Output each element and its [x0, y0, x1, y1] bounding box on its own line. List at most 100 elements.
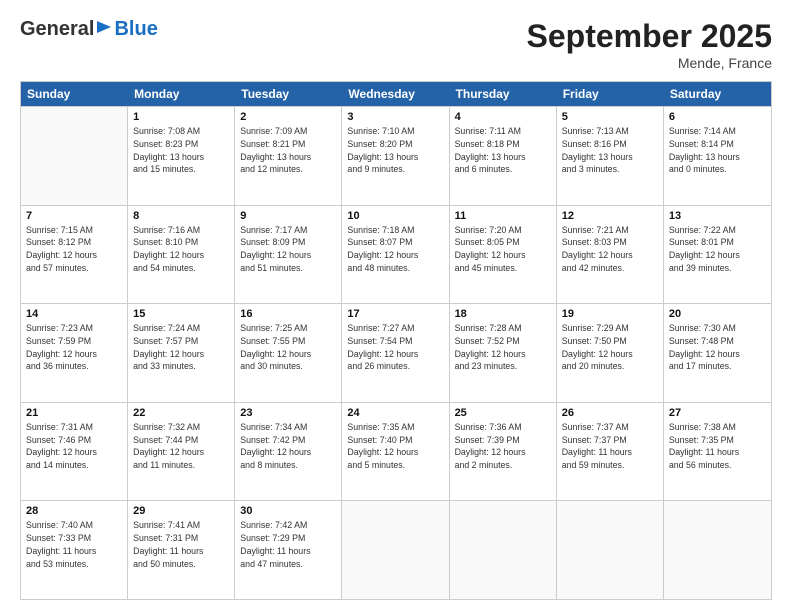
calendar-body: 1 Sunrise: 7:08 AM Sunset: 8:23 PM Daylig… — [21, 106, 771, 599]
cell-info: Sunrise: 7:27 AM Sunset: 7:54 PM Dayligh… — [347, 322, 443, 373]
day-number: 1 — [133, 111, 229, 123]
calendar-cell: 28 Sunrise: 7:40 AM Sunset: 7:33 PM Dayli… — [21, 501, 128, 599]
calendar-cell: 12Sunrise: 7:21 AM Sunset: 8:03 PM Dayli… — [557, 206, 664, 304]
cell-info: Sunrise: 7:24 AM Sunset: 7:57 PM Dayligh… — [133, 322, 229, 373]
cell-info: Sunrise: 7:15 AM Sunset: 8:12 PM Dayligh… — [26, 224, 122, 275]
calendar-cell: 26Sunrise: 7:37 AM Sunset: 7:37 PM Dayli… — [557, 403, 664, 501]
calendar-cell: 7 Sunrise: 7:15 AM Sunset: 8:12 PM Daylig… — [21, 206, 128, 304]
logo: General Blue — [20, 18, 158, 41]
day-number: 24 — [347, 407, 443, 419]
title-block: September 2025 Mende, France — [527, 18, 772, 71]
calendar-cell: 16 Sunrise: 7:25 AM Sunset: 7:55 PM Dayli… — [235, 304, 342, 402]
cell-info: Sunrise: 7:40 AM Sunset: 7:33 PM Dayligh… — [26, 519, 122, 570]
cell-info: Sunrise: 7:35 AM Sunset: 7:40 PM Dayligh… — [347, 421, 443, 472]
calendar-cell: 2 Sunrise: 7:09 AM Sunset: 8:21 PM Daylig… — [235, 107, 342, 205]
calendar-cell: 15 Sunrise: 7:24 AM Sunset: 7:57 PM Dayli… — [128, 304, 235, 402]
cell-info: Sunrise: 7:29 AM Sunset: 7:50 PM Dayligh… — [562, 322, 658, 373]
cell-info: Sunrise: 7:10 AM Sunset: 8:20 PM Dayligh… — [347, 125, 443, 176]
cell-info: Sunrise: 7:36 AM Sunset: 7:39 PM Dayligh… — [455, 421, 551, 472]
calendar-row: 21 Sunrise: 7:31 AM Sunset: 7:46 PM Dayli… — [21, 402, 771, 501]
cell-info: Sunrise: 7:42 AM Sunset: 7:29 PM Dayligh… — [240, 519, 336, 570]
cell-info: Sunrise: 7:34 AM Sunset: 7:42 PM Dayligh… — [240, 421, 336, 472]
day-number: 14 — [26, 308, 122, 320]
calendar-cell: 25 Sunrise: 7:36 AM Sunset: 7:39 PM Dayli… — [450, 403, 557, 501]
calendar-cell: 29Sunrise: 7:41 AM Sunset: 7:31 PM Dayli… — [128, 501, 235, 599]
calendar-header-cell: Sunday — [21, 82, 128, 106]
page-subtitle: Mende, France — [527, 55, 772, 71]
day-number: 27 — [669, 407, 766, 419]
day-number: 7 — [26, 210, 122, 222]
cell-info: Sunrise: 7:17 AM Sunset: 8:09 PM Dayligh… — [240, 224, 336, 275]
calendar-row: 1 Sunrise: 7:08 AM Sunset: 8:23 PM Daylig… — [21, 106, 771, 205]
day-number: 5 — [562, 111, 658, 123]
day-number: 21 — [26, 407, 122, 419]
logo-flag-icon — [95, 19, 113, 41]
page: General Blue September 2025 Mende, Franc… — [0, 0, 792, 612]
day-number: 16 — [240, 308, 336, 320]
calendar-row: 14 Sunrise: 7:23 AM Sunset: 7:59 PM Dayli… — [21, 303, 771, 402]
calendar-cell — [342, 501, 449, 599]
calendar-header-cell: Saturday — [664, 82, 771, 106]
calendar-cell: 30 Sunrise: 7:42 AM Sunset: 7:29 PM Dayli… — [235, 501, 342, 599]
calendar-row: 7 Sunrise: 7:15 AM Sunset: 8:12 PM Daylig… — [21, 205, 771, 304]
cell-info: Sunrise: 7:22 AM Sunset: 8:01 PM Dayligh… — [669, 224, 766, 275]
calendar-cell — [664, 501, 771, 599]
calendar-cell: 4 Sunrise: 7:11 AM Sunset: 8:18 PM Daylig… — [450, 107, 557, 205]
day-number: 9 — [240, 210, 336, 222]
logo-general: General — [20, 18, 94, 41]
cell-info: Sunrise: 7:23 AM Sunset: 7:59 PM Dayligh… — [26, 322, 122, 373]
calendar-header-cell: Monday — [128, 82, 235, 106]
day-number: 18 — [455, 308, 551, 320]
day-number: 8 — [133, 210, 229, 222]
day-number: 19 — [562, 308, 658, 320]
calendar-cell: 3 Sunrise: 7:10 AM Sunset: 8:20 PM Daylig… — [342, 107, 449, 205]
cell-info: Sunrise: 7:25 AM Sunset: 7:55 PM Dayligh… — [240, 322, 336, 373]
cell-info: Sunrise: 7:11 AM Sunset: 8:18 PM Dayligh… — [455, 125, 551, 176]
cell-info: Sunrise: 7:28 AM Sunset: 7:52 PM Dayligh… — [455, 322, 551, 373]
day-number: 22 — [133, 407, 229, 419]
calendar-row: 28 Sunrise: 7:40 AM Sunset: 7:33 PM Dayli… — [21, 500, 771, 599]
cell-info: Sunrise: 7:31 AM Sunset: 7:46 PM Dayligh… — [26, 421, 122, 472]
calendar-cell: 11Sunrise: 7:20 AM Sunset: 8:05 PM Dayli… — [450, 206, 557, 304]
day-number: 13 — [669, 210, 766, 222]
day-number: 10 — [347, 210, 443, 222]
cell-info: Sunrise: 7:13 AM Sunset: 8:16 PM Dayligh… — [562, 125, 658, 176]
cell-info: Sunrise: 7:32 AM Sunset: 7:44 PM Dayligh… — [133, 421, 229, 472]
cell-info: Sunrise: 7:30 AM Sunset: 7:48 PM Dayligh… — [669, 322, 766, 373]
cell-info: Sunrise: 7:08 AM Sunset: 8:23 PM Dayligh… — [133, 125, 229, 176]
cell-info: Sunrise: 7:14 AM Sunset: 8:14 PM Dayligh… — [669, 125, 766, 176]
day-number: 6 — [669, 111, 766, 123]
calendar-cell: 6 Sunrise: 7:14 AM Sunset: 8:14 PM Daylig… — [664, 107, 771, 205]
calendar-cell: 5 Sunrise: 7:13 AM Sunset: 8:16 PM Daylig… — [557, 107, 664, 205]
day-number: 4 — [455, 111, 551, 123]
calendar-cell: 19 Sunrise: 7:29 AM Sunset: 7:50 PM Dayli… — [557, 304, 664, 402]
cell-info: Sunrise: 7:09 AM Sunset: 8:21 PM Dayligh… — [240, 125, 336, 176]
calendar-cell — [21, 107, 128, 205]
calendar-header-cell: Thursday — [450, 82, 557, 106]
calendar-cell: 24 Sunrise: 7:35 AM Sunset: 7:40 PM Dayli… — [342, 403, 449, 501]
cell-info: Sunrise: 7:16 AM Sunset: 8:10 PM Dayligh… — [133, 224, 229, 275]
day-number: 30 — [240, 505, 336, 517]
calendar-cell: 14 Sunrise: 7:23 AM Sunset: 7:59 PM Dayli… — [21, 304, 128, 402]
page-title: September 2025 — [527, 18, 772, 55]
header: General Blue September 2025 Mende, Franc… — [20, 18, 772, 71]
calendar-cell — [557, 501, 664, 599]
calendar-cell: 20Sunrise: 7:30 AM Sunset: 7:48 PM Dayli… — [664, 304, 771, 402]
cell-info: Sunrise: 7:21 AM Sunset: 8:03 PM Dayligh… — [562, 224, 658, 275]
day-number: 28 — [26, 505, 122, 517]
logo-blue: Blue — [114, 18, 157, 41]
logo-text: General Blue — [20, 18, 158, 41]
day-number: 15 — [133, 308, 229, 320]
calendar-cell — [450, 501, 557, 599]
calendar-header-row: SundayMondayTuesdayWednesdayThursdayFrid… — [21, 82, 771, 106]
day-number: 29 — [133, 505, 229, 517]
calendar-cell: 8 Sunrise: 7:16 AM Sunset: 8:10 PM Daylig… — [128, 206, 235, 304]
calendar-cell: 18 Sunrise: 7:28 AM Sunset: 7:52 PM Dayli… — [450, 304, 557, 402]
cell-info: Sunrise: 7:38 AM Sunset: 7:35 PM Dayligh… — [669, 421, 766, 472]
day-number: 23 — [240, 407, 336, 419]
calendar-header-cell: Tuesday — [235, 82, 342, 106]
day-number: 2 — [240, 111, 336, 123]
calendar: SundayMondayTuesdayWednesdayThursdayFrid… — [20, 81, 772, 600]
day-number: 25 — [455, 407, 551, 419]
day-number: 3 — [347, 111, 443, 123]
